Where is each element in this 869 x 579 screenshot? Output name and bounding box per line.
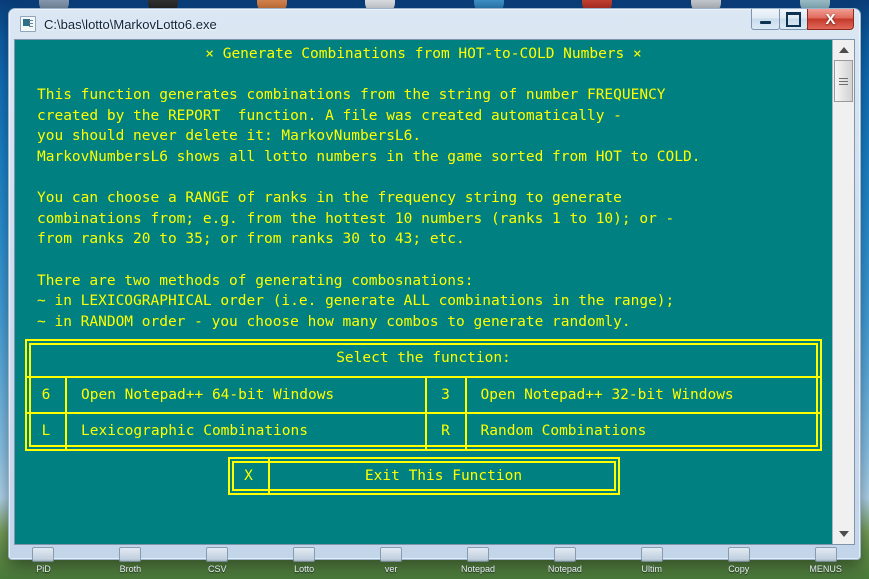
console-line: from ranks 20 to 35; or from ranks 30 to… xyxy=(37,231,465,248)
desktop-icon-label: Broth xyxy=(119,564,142,574)
file-icon xyxy=(727,547,750,562)
file-icon xyxy=(206,547,229,562)
vertical-scrollbar[interactable] xyxy=(832,40,854,544)
menu-key: 6 xyxy=(27,377,67,413)
title-bar[interactable]: C:\bas\lotto\MarkovLotto6.exe X xyxy=(14,9,855,39)
menu-key: R xyxy=(427,414,467,449)
desktop-icon-label: Notepad xyxy=(547,564,582,574)
console-line: you should never delete it: MarkovNumber… xyxy=(37,128,422,145)
close-button[interactable]: X xyxy=(807,9,854,30)
menu-title: Select the function: xyxy=(27,341,820,378)
desktop-icon-label: PiD xyxy=(36,564,51,574)
scroll-up-button[interactable] xyxy=(832,40,854,60)
console-client-area: × Generate Combinations from HOT-to-COLD… xyxy=(14,39,855,545)
menu-label: Lexicographic Combinations xyxy=(81,423,308,440)
window-title: C:\bas\lotto\MarkovLotto6.exe xyxy=(44,16,217,32)
minimize-button[interactable] xyxy=(751,9,780,30)
menu-key: X xyxy=(230,458,270,494)
desktop-icon-row-bottom: PiD Broth CSV Lotto ver Notepad Notepad xyxy=(0,545,869,579)
desktop-icon-label: Copy xyxy=(728,564,750,574)
function-menu: Select the function: 6 Open Notepad++ 64… xyxy=(15,339,832,496)
file-icon xyxy=(814,547,837,562)
scroll-up-arrow-icon xyxy=(838,47,849,53)
console-line: combinations from; e.g. from the hottest… xyxy=(37,210,675,227)
desktop-icon[interactable]: Broth xyxy=(87,547,174,574)
scroll-down-button[interactable] xyxy=(832,524,854,544)
desktop-icon-label: MENUS xyxy=(809,564,842,574)
desktop: C:\bas\lotto\MarkovLotto6.exe X × Genera… xyxy=(0,0,869,579)
grip-line xyxy=(838,83,848,85)
file-icon xyxy=(553,547,576,562)
console-line: MarkovNumbersL6 shows all lotto numbers … xyxy=(37,148,701,165)
console-line: ~ in RANDOM order - you choose how many … xyxy=(37,313,631,330)
menu-label: Random Combinations xyxy=(480,423,647,440)
console-line: This function generates combinations fro… xyxy=(37,87,666,104)
menu-item-lexicographic[interactable]: L Lexicographic Combinations xyxy=(27,414,423,449)
grip-line xyxy=(838,80,848,82)
desktop-icon[interactable]: CSV xyxy=(174,547,261,574)
console-text: × Generate Combinations from HOT-to-COLD… xyxy=(15,40,832,544)
console-icon xyxy=(20,16,36,32)
desktop-icon[interactable]: Notepad xyxy=(521,547,608,574)
desktop-icon-label: CSV xyxy=(208,564,227,574)
menu-label: Open Notepad++ 32-bit Windows xyxy=(480,386,734,403)
menu-item-notepad32[interactable]: 3 Open Notepad++ 32-bit Windows xyxy=(424,377,821,413)
desktop-icon-label: Notepad xyxy=(460,564,495,574)
desktop-icon[interactable]: ver xyxy=(348,547,435,574)
scrollbar-track[interactable] xyxy=(832,60,854,524)
scrollbar-thumb[interactable] xyxy=(833,60,853,102)
file-icon xyxy=(32,547,55,562)
scroll-down-arrow-icon xyxy=(838,531,849,537)
file-icon xyxy=(119,547,142,562)
application-window: C:\bas\lotto\MarkovLotto6.exe X × Genera… xyxy=(8,8,861,560)
desktop-icon[interactable]: Notepad xyxy=(435,547,522,574)
menu-title-row: Select the function: xyxy=(27,341,820,378)
desktop-icon-label: Ultim xyxy=(641,564,663,574)
desktop-icon[interactable]: Ultim xyxy=(608,547,695,574)
menu-label: Exit This Function xyxy=(364,467,523,484)
exit-row-wrapper: X Exit This Function xyxy=(25,456,822,496)
menu-item-random[interactable]: R Random Combinations xyxy=(424,414,821,449)
grip-line xyxy=(838,77,848,79)
menu-row: 6 Open Notepad++ 64-bit Windows 3 Open N… xyxy=(27,377,821,415)
file-icon xyxy=(640,547,663,562)
console-line: You can choose a RANGE of ranks in the f… xyxy=(37,190,622,207)
menu-row: L Lexicographic Combinations R Random Co… xyxy=(27,414,820,449)
console-line: ~ in LEXICOGRAPHICAL order (i.e. generat… xyxy=(37,293,675,310)
menu-item-exit[interactable]: X Exit This Function xyxy=(227,456,620,496)
desktop-icon-label: Lotto xyxy=(294,564,315,574)
menu-label: Open Notepad++ 64-bit Windows xyxy=(81,386,335,403)
menu-key: 3 xyxy=(427,377,467,413)
desktop-icon[interactable]: Copy xyxy=(695,547,782,574)
console-heading: × Generate Combinations from HOT-to-COLD… xyxy=(205,46,642,62)
maximize-button[interactable] xyxy=(779,9,808,30)
menu-item-notepad64[interactable]: 6 Open Notepad++ 64-bit Windows xyxy=(27,377,423,413)
desktop-icon[interactable]: MENUS xyxy=(782,547,869,574)
menu-key: L xyxy=(27,414,67,449)
window-controls: X xyxy=(751,9,854,31)
desktop-icon[interactable]: Lotto xyxy=(261,547,348,574)
console-line: created by the REPORT function. A file w… xyxy=(37,107,622,124)
desktop-icon-label: ver xyxy=(384,564,398,574)
file-icon xyxy=(380,547,403,562)
file-icon xyxy=(466,547,489,562)
menu-box: Select the function: 6 Open Notepad++ 64… xyxy=(25,339,822,451)
desktop-icon[interactable]: PiD xyxy=(0,547,87,574)
file-icon xyxy=(293,547,316,562)
console-line: There are two methods of generating comb… xyxy=(37,272,474,289)
